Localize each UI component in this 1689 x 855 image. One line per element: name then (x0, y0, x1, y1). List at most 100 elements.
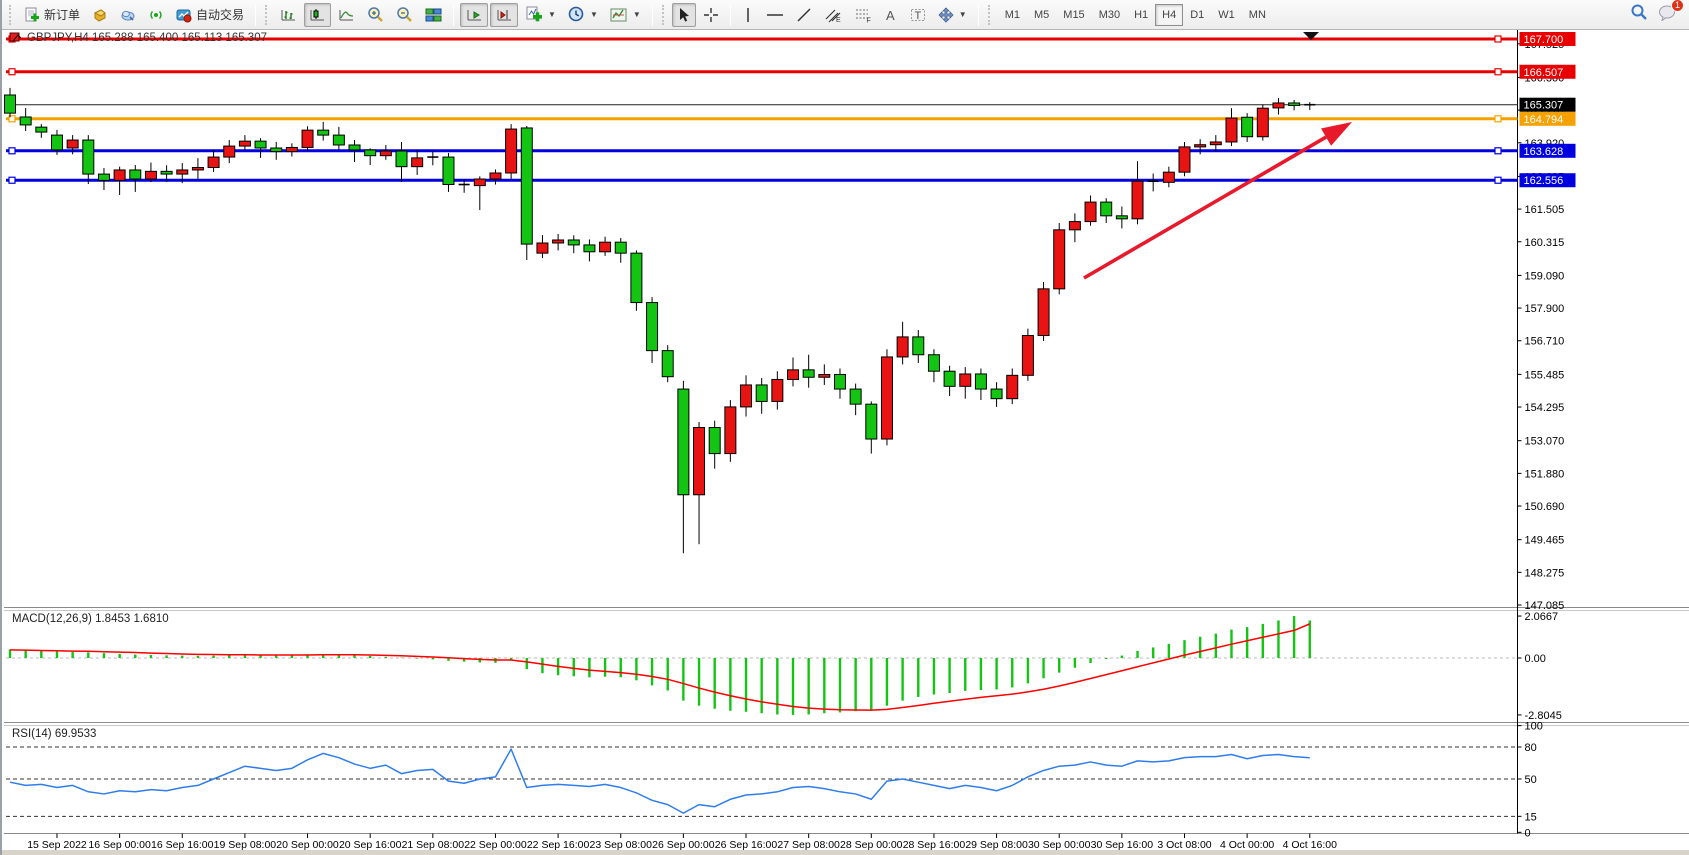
auto-trading-button[interactable]: 自动交易 (171, 3, 249, 27)
svg-text:157.900: 157.900 (1525, 303, 1565, 315)
toolbar-grip[interactable] (265, 5, 270, 25)
svg-text:0: 0 (1525, 827, 1531, 839)
tab-timeframe-w1[interactable]: W1 (1211, 4, 1242, 26)
svg-text:80: 80 (1525, 742, 1537, 754)
text-tool-button[interactable]: A (879, 3, 903, 27)
svg-text:21 Sep 08:00: 21 Sep 08:00 (402, 839, 465, 851)
tab-timeframe-mn[interactable]: MN (1242, 4, 1273, 26)
svg-text:F: F (866, 17, 870, 23)
tab-timeframe-h4[interactable]: H4 (1155, 4, 1183, 26)
zoom-in-button[interactable] (362, 3, 389, 27)
channel-tool-button[interactable]: E (819, 3, 847, 27)
periods-button[interactable]: ▼ (563, 3, 603, 27)
label-tool-button[interactable]: T (905, 3, 931, 27)
horizontal-line-tool-button[interactable] (761, 3, 789, 27)
crosshair-tool-button[interactable] (698, 3, 724, 27)
tab-timeframe-m30[interactable]: M30 (1092, 4, 1127, 26)
search-icon[interactable] (1630, 3, 1648, 26)
svg-text:E: E (836, 17, 841, 23)
svg-text:28 Sep 00:00: 28 Sep 00:00 (840, 839, 903, 851)
vertical-line-icon (742, 7, 754, 23)
chevron-down-icon: ▼ (590, 10, 598, 19)
svg-text:151.880: 151.880 (1525, 468, 1565, 480)
templates-button[interactable]: ▼ (605, 3, 646, 27)
svg-text:20 Sep 00:00: 20 Sep 00:00 (276, 839, 339, 851)
svg-text:4 Oct 00:00: 4 Oct 00:00 (1220, 839, 1274, 851)
chart-frame (2, 30, 1689, 855)
periods-icon (568, 6, 585, 23)
text-icon: A (884, 7, 898, 23)
timeframe-group: M1 M5 M15 M30 H1 H4 D1 W1 MN (998, 4, 1273, 26)
new-order-icon (24, 7, 40, 23)
cursor-tool-button[interactable] (672, 3, 696, 27)
svg-text:2.0667: 2.0667 (1525, 611, 1559, 623)
new-order-button[interactable]: 新订单 (19, 3, 85, 27)
toolbar-separator (730, 4, 731, 26)
svg-text:155.485: 155.485 (1525, 369, 1565, 381)
chevron-down-icon: ▼ (959, 10, 967, 19)
svg-text:22 Sep 16:00: 22 Sep 16:00 (527, 839, 590, 851)
vertical-line-tool-button[interactable] (737, 3, 759, 27)
svg-text:26 Sep 16:00: 26 Sep 16:00 (715, 839, 778, 851)
indicators-button[interactable]: ▼ (520, 3, 561, 27)
svg-text:T: T (914, 10, 921, 22)
toolbar-grip[interactable] (9, 5, 14, 25)
chart-shift-icon (495, 7, 513, 23)
signal-icon (148, 7, 164, 23)
chart-shift-button[interactable] (490, 3, 518, 27)
shapes-icon (938, 7, 954, 23)
svg-text:15 Sep 2022: 15 Sep 2022 (27, 839, 87, 851)
toolbar-grip[interactable] (662, 5, 667, 25)
tab-timeframe-m1[interactable]: M1 (998, 4, 1027, 26)
tab-timeframe-h1[interactable]: H1 (1127, 4, 1155, 26)
svg-text:163.628: 163.628 (1524, 146, 1564, 158)
tab-timeframe-m15[interactable]: M15 (1056, 4, 1091, 26)
gold-cube-button[interactable] (87, 3, 113, 27)
svg-text:20 Sep 16:00: 20 Sep 16:00 (339, 839, 402, 851)
tile-windows-icon (425, 7, 442, 23)
notifications-button[interactable]: 1 (1658, 4, 1677, 26)
signal-button[interactable] (143, 3, 169, 27)
cloud-icon (120, 7, 136, 23)
toolbar-separator (978, 4, 979, 26)
bar-chart-icon (280, 7, 297, 23)
svg-text:162.556: 162.556 (1524, 175, 1564, 187)
svg-text:148.275: 148.275 (1525, 567, 1565, 579)
toolbar-separator (255, 4, 256, 26)
new-order-label: 新订单 (44, 6, 80, 23)
templates-icon (610, 7, 628, 23)
svg-text:100: 100 (1525, 721, 1543, 733)
chevron-down-icon: ▼ (548, 10, 556, 19)
auto-trading-label: 自动交易 (196, 6, 244, 23)
tab-timeframe-m5[interactable]: M5 (1027, 4, 1056, 26)
chart-canvas[interactable]: 167.525166.300165.110163.920162.695161.5… (2, 0, 1689, 855)
line-chart-type-button[interactable] (333, 3, 360, 27)
tile-windows-button[interactable] (420, 3, 447, 27)
svg-text:159.090: 159.090 (1525, 270, 1565, 282)
svg-text:23 Sep 08:00: 23 Sep 08:00 (589, 839, 652, 851)
horizontal-line-icon (766, 7, 784, 23)
toolbar-separator (453, 4, 454, 26)
auto-trading-icon (176, 7, 192, 23)
cursor-icon (677, 7, 691, 23)
trendline-tool-button[interactable] (791, 3, 817, 27)
svg-text:160.315: 160.315 (1525, 237, 1565, 249)
shapes-tool-button[interactable]: ▼ (933, 3, 972, 27)
svg-text:19 Sep 08:00: 19 Sep 08:00 (214, 839, 277, 851)
main-toolbar: 新订单 自动交易 ▼ ▼ ▼ E F A (2, 0, 1689, 30)
zoom-out-icon (396, 6, 413, 23)
tab-timeframe-d1[interactable]: D1 (1183, 4, 1211, 26)
toolbar-grip[interactable] (988, 5, 993, 25)
svg-text:166.507: 166.507 (1524, 67, 1564, 79)
svg-text:0.00: 0.00 (1525, 653, 1546, 665)
candlestick-chart-type-button[interactable] (304, 3, 331, 27)
cloud-button[interactable] (115, 3, 141, 27)
crosshair-icon (703, 7, 719, 23)
bar-chart-type-button[interactable] (275, 3, 302, 27)
auto-scroll-button[interactable] (460, 3, 488, 27)
fibonacci-tool-button[interactable]: F (849, 3, 877, 27)
zoom-out-button[interactable] (391, 3, 418, 27)
svg-text:161.505: 161.505 (1525, 204, 1565, 216)
svg-text:A: A (886, 8, 895, 23)
svg-text:22 Sep 00:00: 22 Sep 00:00 (464, 839, 527, 851)
